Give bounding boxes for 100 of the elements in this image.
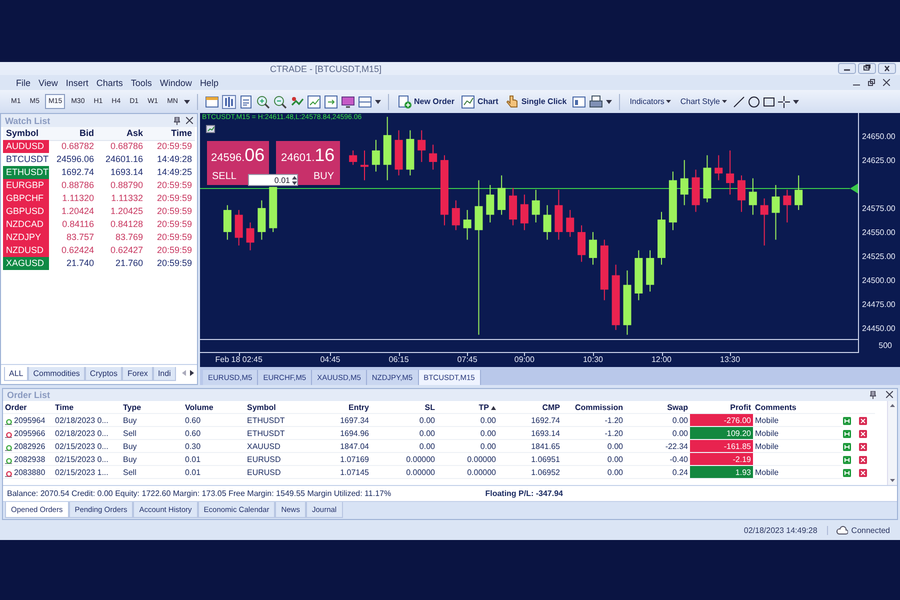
time-axis-label: 13:30: [720, 354, 740, 366]
symbol-cell[interactable]: NZDCAD: [3, 218, 49, 231]
zoom-in-icon[interactable]: [256, 94, 270, 108]
close-icon[interactable]: [883, 79, 890, 86]
symbol-cell[interactable]: XAGUSD: [3, 257, 49, 270]
column-header[interactable]: Type: [121, 401, 183, 414]
monitor-icon[interactable]: [340, 94, 355, 108]
column-header[interactable]: Commission: [562, 401, 625, 414]
menu-item[interactable]: Help: [196, 78, 222, 88]
minimize-icon[interactable]: [838, 63, 856, 74]
table-cell: 1.07169: [307, 453, 371, 466]
chart-icon[interactable]: [306, 94, 321, 108]
column-header[interactable]: Symbol: [3, 127, 49, 141]
zoom-out-icon[interactable]: [272, 94, 287, 108]
caret-icon[interactable]: [606, 100, 612, 104]
table-cell: Mobile: [753, 427, 843, 440]
rectangle-tool-icon[interactable]: [762, 96, 775, 108]
dropdown-button[interactable]: Chart Style: [677, 96, 730, 107]
toolbar-button[interactable]: Single Click: [503, 94, 569, 110]
close-icon[interactable]: [878, 63, 896, 74]
price-cell-text: 20:59:59: [156, 179, 193, 192]
toolbar-button[interactable]: Chart: [459, 94, 500, 110]
price-cell-text: 1.20425: [109, 205, 144, 218]
column-header[interactable]: Volume: [183, 401, 245, 414]
restore-icon[interactable]: [858, 63, 876, 74]
symbol-cell[interactable]: NZDJPY: [3, 231, 49, 244]
modify-icon[interactable]: [843, 468, 851, 476]
tab[interactable]: Cryptos: [84, 367, 122, 381]
right-arrow-icon[interactable]: [190, 370, 194, 376]
sell-button[interactable]: 24596.06 SELL: [207, 141, 269, 185]
candle: [680, 160, 688, 206]
scrollbar[interactable]: [887, 401, 897, 485]
column-header[interactable]: Time: [53, 401, 121, 414]
split-window-icon[interactable]: [358, 94, 372, 108]
column-header[interactable]: Time: [146, 127, 195, 141]
circle-tool-icon[interactable]: [748, 96, 760, 108]
close-order-icon[interactable]: [859, 430, 867, 438]
column-header[interactable]: Comments: [753, 401, 843, 414]
window-icon[interactable]: [204, 94, 219, 108]
symbol-cell[interactable]: ETHUSDT: [3, 166, 49, 179]
column-header[interactable]: SL: [371, 401, 437, 414]
symbol-cell[interactable]: GBPCHF: [3, 192, 49, 205]
modify-icon[interactable]: [843, 416, 851, 424]
printer-icon[interactable]: [588, 94, 603, 108]
up-arrow-icon[interactable]: [890, 404, 895, 407]
menu-item[interactable]: Insert: [62, 78, 92, 88]
tab[interactable]: Indi: [152, 367, 176, 381]
column-header[interactable]: Order: [3, 401, 53, 414]
restore-icon[interactable]: [868, 79, 875, 86]
close-order-icon[interactable]: [859, 442, 867, 450]
symbol-cell[interactable]: GBPUSD: [3, 205, 49, 218]
tab[interactable]: Commodities: [28, 367, 85, 381]
document-icon[interactable]: [238, 94, 253, 108]
symbol-cell[interactable]: BTCUSDT: [3, 153, 49, 166]
close-order-icon[interactable]: [859, 416, 867, 424]
caret-icon[interactable]: [374, 100, 381, 104]
down-arrow-icon[interactable]: [890, 479, 895, 482]
column-header[interactable]: Entry: [307, 401, 371, 414]
table-cell: Mobile: [753, 440, 843, 453]
caret-icon[interactable]: [792, 100, 799, 104]
lot-size-field[interactable]: 0.01: [248, 174, 298, 186]
close-icon[interactable]: [886, 391, 893, 398]
close-icon[interactable]: [186, 116, 193, 124]
caret-icon[interactable]: [184, 100, 190, 104]
tab[interactable]: ALL: [4, 367, 28, 381]
column-header[interactable]: Symbol: [245, 401, 307, 414]
bars-icon[interactable]: [222, 94, 236, 108]
table-cell: 1697.34: [307, 414, 371, 427]
modify-icon[interactable]: [843, 430, 851, 438]
column-header[interactable]: TP: [437, 401, 498, 414]
price-axis-label: 24650.00: [862, 131, 896, 143]
symbol-cell[interactable]: EURGBP: [3, 179, 49, 192]
tab[interactable]: Forex: [122, 367, 153, 381]
table-cell: Mobile: [753, 466, 843, 479]
scroll-icon[interactable]: [324, 94, 338, 108]
column-header[interactable]: Ask: [97, 127, 146, 141]
crosshair-icon[interactable]: [778, 96, 790, 108]
column-header[interactable]: CMP: [498, 401, 562, 414]
menu-item[interactable]: Charts: [92, 78, 127, 88]
column-header[interactable]: Bid: [49, 127, 97, 141]
column-header[interactable]: Swap: [625, 401, 690, 414]
menu-item[interactable]: Tools: [126, 78, 156, 88]
line-tool-icon[interactable]: [732, 96, 745, 108]
modify-icon[interactable]: [843, 442, 851, 450]
toolbar-button[interactable]: New Order: [396, 94, 456, 110]
table-cell: Buy: [121, 440, 183, 453]
account-summary: Balance: 2070.54 Credit: 0.00 Equity: 1722.60 Margin: 173.05 Free Margin: 1549.55 Margin Utilized: 11.17%: [7, 489, 392, 498]
window-icon[interactable]: [572, 94, 586, 108]
dropdown-button[interactable]: Indicators: [626, 96, 674, 107]
close-order-icon[interactable]: [859, 456, 867, 464]
menu-item[interactable]: Window: [156, 78, 196, 88]
close-order-icon[interactable]: [859, 468, 867, 476]
pin-icon[interactable]: [870, 391, 876, 399]
table-cell: Sell: [121, 466, 183, 479]
symbol-cell[interactable]: AUDUSD: [3, 140, 49, 153]
menu-item[interactable]: View: [34, 78, 62, 88]
symbol-cell[interactable]: NZDUSD: [3, 244, 49, 257]
modify-icon[interactable]: [843, 456, 851, 464]
pin-icon[interactable]: [174, 116, 180, 124]
menu-item[interactable]: File: [12, 78, 35, 88]
